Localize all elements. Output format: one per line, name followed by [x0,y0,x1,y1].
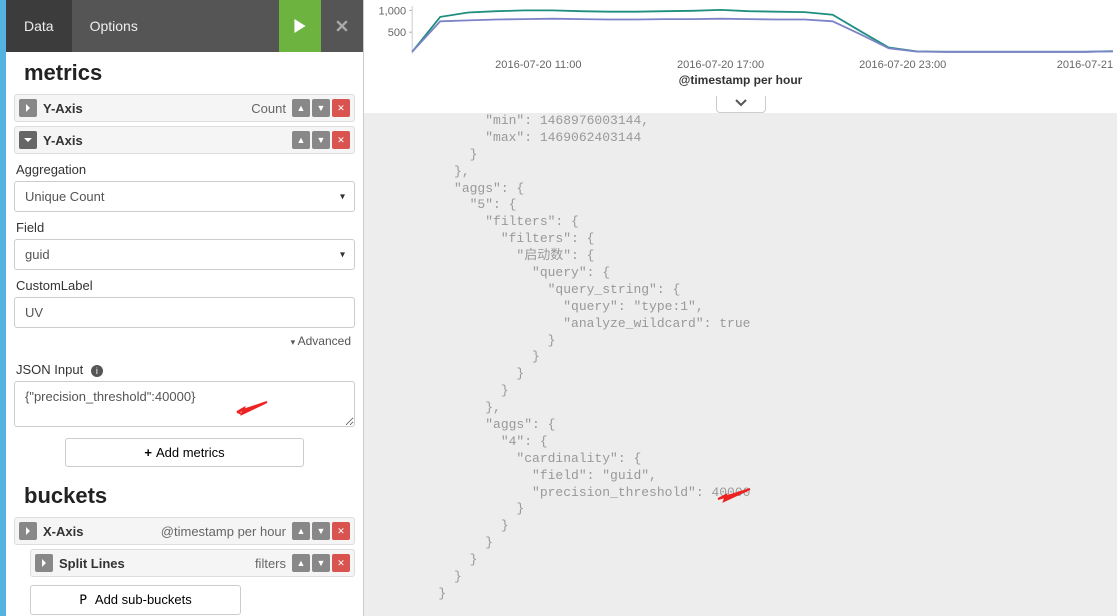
json-response-viewer: "min": 1468976003144, "max": 14690624031… [364,113,1117,616]
caret-right-icon [40,559,48,567]
field-select[interactable]: guid [14,239,355,270]
move-up-button[interactable]: ▲ [292,554,310,572]
delete-button[interactable]: ✕ [332,131,350,149]
svg-text:1,000: 1,000 [379,5,407,17]
buckets-heading: buckets [14,475,355,513]
json-input-label: JSON Input i [16,362,353,377]
agg-value: @timestamp per hour [161,524,286,539]
aggregation-label: Aggregation [16,162,353,177]
play-icon [293,19,307,33]
move-down-button[interactable]: ▼ [312,99,330,117]
run-button[interactable] [279,0,321,52]
svg-text:500: 500 [388,27,406,39]
aggregation-select[interactable]: Unique Count [14,181,355,212]
agg-label: X-Axis [43,524,83,539]
chart-collapse-button[interactable] [716,96,766,113]
expand-toggle[interactable] [19,99,37,117]
annotation-arrow-icon [712,487,752,503]
mini-chart: 500 1,000 2016-07-20 11:00 2016-07-20 17:00… [364,0,1117,95]
delete-button[interactable]: ✕ [332,554,350,572]
move-up-button[interactable]: ▲ [292,522,310,540]
move-down-button[interactable]: ▼ [312,522,330,540]
info-icon: i [91,365,103,377]
annotation-arrow-icon [232,398,272,418]
delete-button[interactable]: ✕ [332,99,350,117]
agg-row-yaxis-1: Y-Axis Count ▲ ▼ ✕ [14,94,355,122]
agg-row-xaxis: X-Axis @timestamp per hour ▲ ▼ ✕ [14,517,355,545]
move-down-button[interactable]: ▼ [312,554,330,572]
svg-text:2016-07-20 23:00: 2016-07-20 23:00 [859,59,946,71]
expand-toggle[interactable] [35,554,53,572]
json-input-textarea[interactable]: {"precision_threshold":40000} [14,381,355,427]
agg-value: filters [255,556,286,571]
custom-label-label: CustomLabel [16,278,353,293]
collapse-toggle[interactable] [19,131,37,149]
agg-label: Y-Axis [43,101,83,116]
chevron-down-icon [735,99,747,107]
caret-right-icon [24,527,32,535]
chart-collapse-row [364,95,1117,113]
tab-options[interactable]: Options [72,0,156,52]
add-metrics-button[interactable]: +Add metrics [65,438,304,467]
custom-label-input[interactable] [14,297,355,328]
field-label: Field [16,220,353,235]
agg-row-yaxis-2: Y-Axis ▲ ▼ ✕ [14,126,355,154]
move-up-button[interactable]: ▲ [292,99,310,117]
add-sub-buckets-button[interactable]: Ρ Add sub-buckets [30,585,241,615]
close-icon [336,20,348,32]
close-button[interactable] [321,0,363,52]
agg-value: Count [251,101,286,116]
expand-toggle[interactable] [19,522,37,540]
svg-text:2016-07-20 17:00: 2016-07-20 17:00 [677,59,764,71]
tabs-header: Data Options [6,0,363,52]
tab-data[interactable]: Data [6,0,72,52]
move-up-button[interactable]: ▲ [292,131,310,149]
x-axis-label: @timestamp per hour [364,73,1117,87]
caret-down-icon [24,136,32,144]
agg-label: Y-Axis [43,133,83,148]
metrics-heading: metrics [14,52,355,90]
delete-button[interactable]: ✕ [332,522,350,540]
advanced-toggle[interactable]: Advanced [14,328,355,354]
caret-right-icon [24,104,32,112]
svg-text:2016-07-21: 2016-07-21 [1057,59,1113,71]
agg-label: Split Lines [59,556,125,571]
move-down-button[interactable]: ▼ [312,131,330,149]
agg-row-split-lines: Split Lines filters ▲ ▼ ✕ [30,549,355,577]
svg-text:2016-07-20 11:00: 2016-07-20 11:00 [495,59,581,71]
